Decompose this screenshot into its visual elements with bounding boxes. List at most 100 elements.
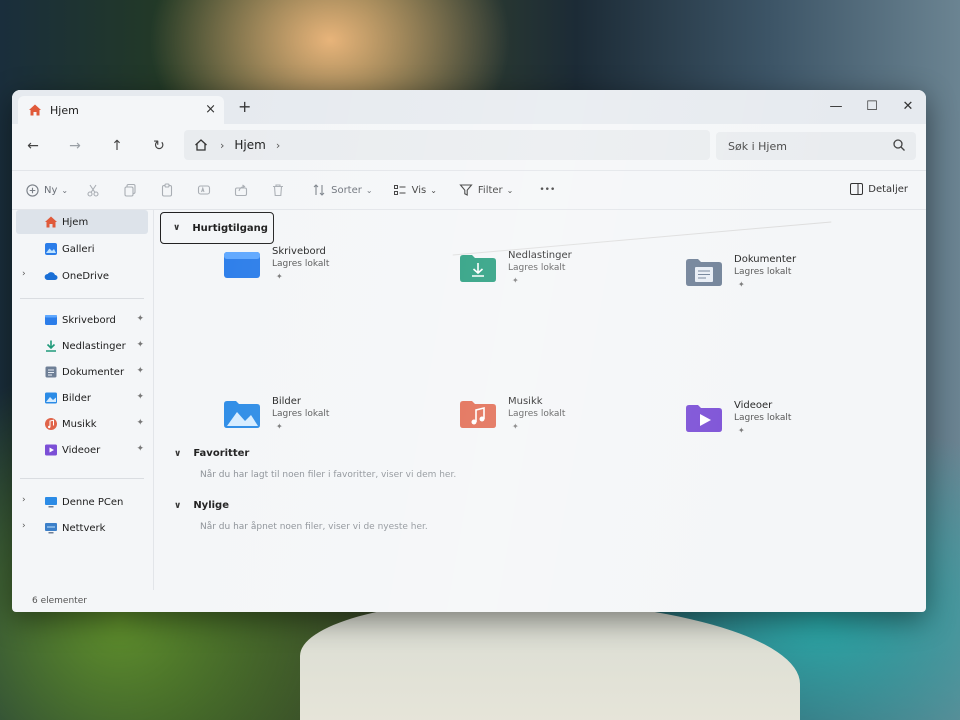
pin-icon: ✦ [276, 422, 283, 431]
breadcrumb-separator[interactable]: › [220, 139, 224, 152]
view-button[interactable]: Vis ⌄ [393, 183, 437, 197]
item-name: Bilder [272, 396, 302, 407]
pin-icon[interactable]: ✦ [136, 392, 144, 402]
sidebar-divider [20, 478, 144, 479]
forward-button[interactable]: → [54, 138, 96, 154]
pin-icon[interactable]: ✦ [136, 366, 144, 376]
pictures-folder-icon [224, 401, 260, 428]
content-pane: ∨ Hurtigtilgang Skrivebord Lagres lokalt… [154, 210, 926, 590]
sidebar-item-bilder[interactable]: Bilder ✦ [16, 386, 148, 410]
command-bar: Ny ⌄ Sorter ⌄ Vis ⌄ Filter ⌄ ••• Detalje… [12, 170, 926, 210]
paste-button[interactable] [160, 183, 179, 197]
sidebar-item-label: Denne PCen [62, 496, 124, 508]
share-button[interactable] [234, 183, 253, 197]
item-status: Lagres lokalt [734, 413, 792, 423]
sidebar-item-musikk[interactable]: Musikk ✦ [16, 412, 148, 436]
quick-access-item-dokumenter[interactable]: Dokumenter Lagres lokalt ✦ [686, 254, 886, 298]
sidebar-item-nettverk[interactable]: › Nettverk [16, 516, 148, 540]
filter-label: Filter [477, 184, 503, 196]
back-button[interactable]: ← [12, 138, 54, 154]
close-window-button[interactable]: ✕ [890, 90, 926, 124]
title-bar: Hjem × + — ☐ ✕ [12, 90, 926, 124]
item-count: 6 elementer [32, 596, 87, 606]
sidebar-divider [20, 298, 144, 299]
section-title: Favoritter [193, 448, 250, 459]
search-placeholder: Søk i Hjem [728, 139, 787, 153]
rename-button[interactable] [197, 183, 216, 197]
sort-button[interactable]: Sorter ⌄ [312, 183, 373, 197]
quick-access-item-videoer[interactable]: Videoer Lagres lokalt ✦ [686, 400, 886, 444]
details-pane-icon [850, 183, 864, 195]
file-explorer-window: Hjem × + — ☐ ✕ ← → ↑ ↻ › Hjem › Søk i Hj… [12, 90, 926, 612]
breadcrumb[interactable]: › Hjem › [184, 130, 710, 160]
copy-button[interactable] [123, 183, 142, 197]
maximize-button[interactable]: ☐ [854, 90, 890, 124]
sidebar-item-label: Nedlastinger [62, 340, 126, 352]
new-button[interactable]: Ny ⌄ [26, 183, 69, 197]
up-button[interactable]: ↑ [96, 138, 138, 154]
chevron-down-icon: ⌄ [430, 185, 437, 195]
cut-button[interactable] [86, 183, 105, 197]
sidebar-item-galleri[interactable]: Galleri [16, 237, 148, 261]
chevron-down-icon: ⌄ [61, 185, 69, 195]
quick-access-item-skrivebord[interactable]: Skrivebord Lagres lokalt ✦ [224, 246, 424, 290]
delete-button[interactable] [271, 183, 290, 197]
sort-label: Sorter [331, 184, 362, 196]
search-icon[interactable] [892, 138, 906, 152]
sidebar-item-denne-pcen[interactable]: › Denne PCen [16, 490, 148, 514]
sidebar-item-label: Musikk [62, 418, 97, 430]
clipboard-icon [162, 183, 173, 197]
music-icon [45, 418, 57, 430]
item-status: Lagres lokalt [508, 263, 566, 273]
section-title: Hurtigtilgang [192, 222, 268, 234]
sidebar-item-label: Bilder [62, 392, 92, 404]
gallery-icon [45, 243, 57, 255]
sidebar-item-label: Skrivebord [62, 314, 116, 326]
pin-icon[interactable]: ✦ [136, 444, 144, 454]
chevron-right-icon[interactable]: › [22, 269, 26, 279]
section-header-nylige[interactable]: ∨ Nylige [174, 500, 229, 511]
quick-access-item-musikk[interactable]: Musikk Lagres lokalt ✦ [460, 396, 660, 440]
section-header-hurtigtilgang[interactable]: ∨ Hurtigtilgang [160, 212, 274, 244]
sidebar-item-label: Hjem [62, 216, 89, 228]
item-status: Lagres lokalt [272, 259, 330, 269]
section-header-favoritter[interactable]: ∨ Favoritter [174, 448, 249, 459]
downloads-folder-icon [460, 255, 496, 282]
quick-access-item-nedlastinger[interactable]: Nedlastinger Lagres lokalt ✦ [460, 250, 660, 294]
home-outline-icon[interactable] [194, 138, 208, 152]
breadcrumb-hjem[interactable]: Hjem [234, 138, 265, 152]
section-title: Nylige [193, 500, 229, 511]
chevron-right-icon[interactable]: › [22, 521, 26, 531]
tab-close-button[interactable]: × [205, 102, 216, 117]
sidebar-item-label: OneDrive [62, 270, 110, 282]
sidebar-item-hjem[interactable]: Hjem [16, 210, 148, 234]
breadcrumb-separator[interactable]: › [276, 139, 280, 152]
item-name: Videoer [734, 400, 773, 411]
rename-icon [198, 185, 211, 195]
pin-icon[interactable]: ✦ [136, 314, 144, 324]
view-label: Vis [411, 184, 427, 196]
item-status: Lagres lokalt [508, 409, 566, 419]
sidebar-item-skrivebord[interactable]: Skrivebord ✦ [16, 308, 148, 332]
new-label: Ny [44, 184, 58, 196]
tab-hjem[interactable]: Hjem × [18, 96, 224, 124]
desktop-folder-icon [224, 252, 260, 278]
sidebar-item-videoer[interactable]: Videoer ✦ [16, 438, 148, 462]
chevron-down-icon: ⌄ [365, 185, 373, 195]
pin-icon[interactable]: ✦ [136, 340, 144, 350]
chevron-right-icon[interactable]: › [22, 495, 26, 505]
minimize-button[interactable]: — [818, 90, 854, 124]
refresh-button[interactable]: ↻ [138, 138, 180, 154]
new-tab-button[interactable]: + [238, 97, 251, 116]
details-button[interactable]: Detaljer [850, 183, 908, 195]
filter-button[interactable]: Filter ⌄ [459, 183, 513, 197]
view-list-icon [393, 185, 406, 195]
sidebar-item-nedlastinger[interactable]: Nedlastinger ✦ [16, 334, 148, 358]
search-input[interactable]: Søk i Hjem [716, 132, 916, 160]
pin-icon[interactable]: ✦ [136, 418, 144, 428]
quick-access-item-bilder[interactable]: Bilder Lagres lokalt ✦ [224, 396, 424, 440]
sidebar-item-dokumenter[interactable]: Dokumenter ✦ [16, 360, 148, 384]
sidebar-item-onedrive[interactable]: › OneDrive [16, 264, 148, 288]
more-options-button[interactable]: ••• [539, 185, 555, 195]
chevron-down-icon: ⌄ [506, 185, 514, 195]
